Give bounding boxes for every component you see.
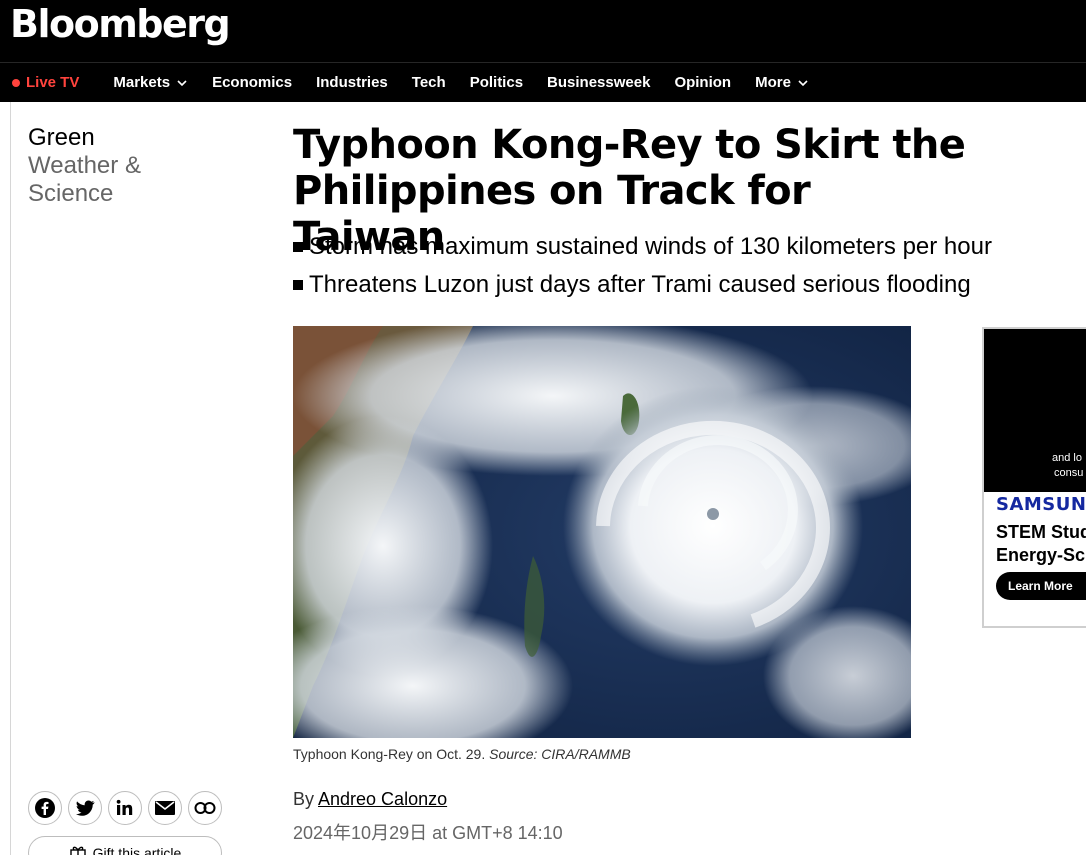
facebook-icon bbox=[35, 798, 55, 818]
main-nav: Live TV Markets Economics Industries Tec… bbox=[0, 62, 1086, 102]
section-primary: Green bbox=[28, 124, 95, 151]
article-summary: Storm has maximum sustained winds of 130… bbox=[293, 228, 992, 304]
byline: By Andreo Calonzo bbox=[293, 789, 447, 810]
nav-tech[interactable]: Tech bbox=[412, 74, 446, 91]
share-email-button[interactable] bbox=[148, 791, 182, 825]
summary-bullet: Storm has maximum sustained winds of 130… bbox=[293, 228, 992, 266]
left-divider bbox=[10, 102, 11, 855]
ad-tagline-1: and lo bbox=[1052, 452, 1082, 464]
byline-prefix: By bbox=[293, 789, 319, 809]
chevron-down-icon bbox=[177, 79, 187, 86]
twitter-icon bbox=[75, 800, 95, 816]
share-linkedin-button[interactable] bbox=[108, 791, 142, 825]
caption-source: Source: CIRA/RAMMB bbox=[489, 746, 631, 762]
samsung-logo: SAMSUNG bbox=[996, 494, 1086, 515]
link-icon bbox=[194, 802, 216, 814]
advertisement[interactable]: and lo consu SAMSUNG STEM Stud Energy-Sc… bbox=[982, 327, 1086, 628]
ad-learn-more-button[interactable]: Learn More bbox=[996, 572, 1086, 600]
nav-businessweek[interactable]: Businessweek bbox=[547, 74, 650, 91]
ad-tagline-2: consu bbox=[1054, 467, 1084, 479]
nav-markets-label: Markets bbox=[113, 74, 171, 91]
bullet-square-icon bbox=[293, 280, 303, 290]
share-bar bbox=[28, 791, 228, 825]
nav-economics[interactable]: Economics bbox=[212, 74, 292, 91]
hero-image bbox=[293, 326, 911, 738]
linkedin-icon bbox=[116, 799, 133, 815]
share-facebook-button[interactable] bbox=[28, 791, 62, 825]
nav-live-tv-label: Live TV bbox=[26, 74, 80, 91]
section-secondary-2: Science bbox=[28, 180, 114, 207]
gift-icon bbox=[69, 846, 86, 855]
summary-bullet: Threatens Luzon just days after Trami ca… bbox=[293, 266, 992, 304]
live-dot-icon bbox=[12, 78, 20, 87]
caption-text: Typhoon Kong-Rey on Oct. 29. bbox=[293, 746, 490, 762]
ad-copy-1: STEM Stud bbox=[996, 522, 1086, 542]
top-brand-bar: Bloomberg bbox=[0, 0, 1086, 62]
nav-politics[interactable]: Politics bbox=[470, 74, 523, 91]
summary-bullet-text: Threatens Luzon just days after Trami ca… bbox=[309, 271, 971, 298]
share-twitter-button[interactable] bbox=[68, 791, 102, 825]
email-icon bbox=[155, 801, 175, 815]
section-label[interactable]: Green Weather & Science bbox=[28, 124, 141, 208]
typhoon-satellite-image bbox=[293, 326, 911, 738]
bullet-square-icon bbox=[293, 242, 303, 252]
gift-label: Gift this article bbox=[92, 845, 182, 855]
publish-timestamp: 2024年10月29日 at GMT+8 14:10 bbox=[293, 823, 563, 843]
nav-more-label: More bbox=[755, 74, 791, 91]
bloomberg-logo[interactable]: Bloomberg bbox=[10, 2, 231, 46]
section-secondary-1: Weather & bbox=[28, 152, 141, 179]
copy-link-button[interactable] bbox=[188, 791, 222, 825]
image-caption: Typhoon Kong-Rey on Oct. 29. Source: CIR… bbox=[293, 746, 631, 762]
nav-markets[interactable]: Markets bbox=[113, 74, 188, 91]
author-link[interactable]: Andreo Calonzo bbox=[318, 789, 447, 809]
nav-more[interactable]: More bbox=[755, 74, 809, 91]
ad-copy-2: Energy-Sc bbox=[996, 545, 1086, 565]
nav-live-tv[interactable]: Live TV bbox=[12, 74, 79, 91]
nav-opinion[interactable]: Opinion bbox=[674, 74, 731, 91]
headline-line-1: Typhoon Kong-Rey to Skirt the bbox=[293, 122, 966, 168]
nav-industries[interactable]: Industries bbox=[316, 74, 388, 91]
gift-article-button[interactable]: Gift this article bbox=[28, 836, 222, 855]
chevron-down-icon bbox=[798, 79, 808, 86]
summary-bullet-text: Storm has maximum sustained winds of 130… bbox=[309, 233, 992, 260]
